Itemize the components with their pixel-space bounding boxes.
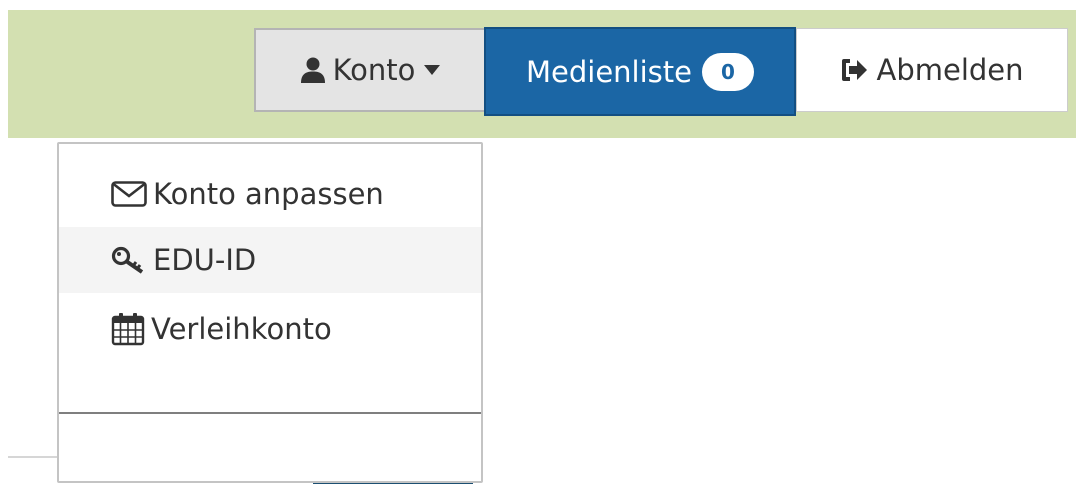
- menu-item-label: EDU-ID: [153, 243, 257, 277]
- calendar-icon: [111, 312, 145, 346]
- menu-item-edu-id[interactable]: EDU-ID: [59, 227, 481, 293]
- caret-down-icon: [423, 64, 441, 76]
- account-dropdown-button[interactable]: Konto: [254, 28, 486, 112]
- content-divider: [8, 456, 60, 458]
- logout-button[interactable]: Abmelden: [796, 28, 1068, 112]
- logout-label: Abmelden: [876, 53, 1024, 87]
- menu-item-verleihkonto[interactable]: Verleihkonto: [59, 296, 481, 362]
- menu-item-label: Verleihkonto: [151, 312, 332, 346]
- media-list-button[interactable]: Medienliste 0: [484, 27, 796, 116]
- envelope-icon: [111, 181, 147, 207]
- menu-divider: [59, 412, 481, 414]
- user-icon: [299, 56, 327, 84]
- key-icon: [111, 246, 145, 274]
- account-dropdown-menu: Konto anpassen EDU-ID Verleihkonto: [57, 142, 483, 483]
- media-list-count-badge: 0: [702, 52, 754, 91]
- menu-item-label: Konto anpassen: [153, 177, 384, 211]
- media-list-label: Medienliste: [526, 54, 692, 89]
- page: Konto Medienliste 0 Abmelden Konto anpas…: [0, 0, 1076, 484]
- account-button-label: Konto: [332, 53, 416, 87]
- sign-out-icon: [840, 58, 868, 82]
- menu-item-konto-anpassen[interactable]: Konto anpassen: [59, 161, 481, 227]
